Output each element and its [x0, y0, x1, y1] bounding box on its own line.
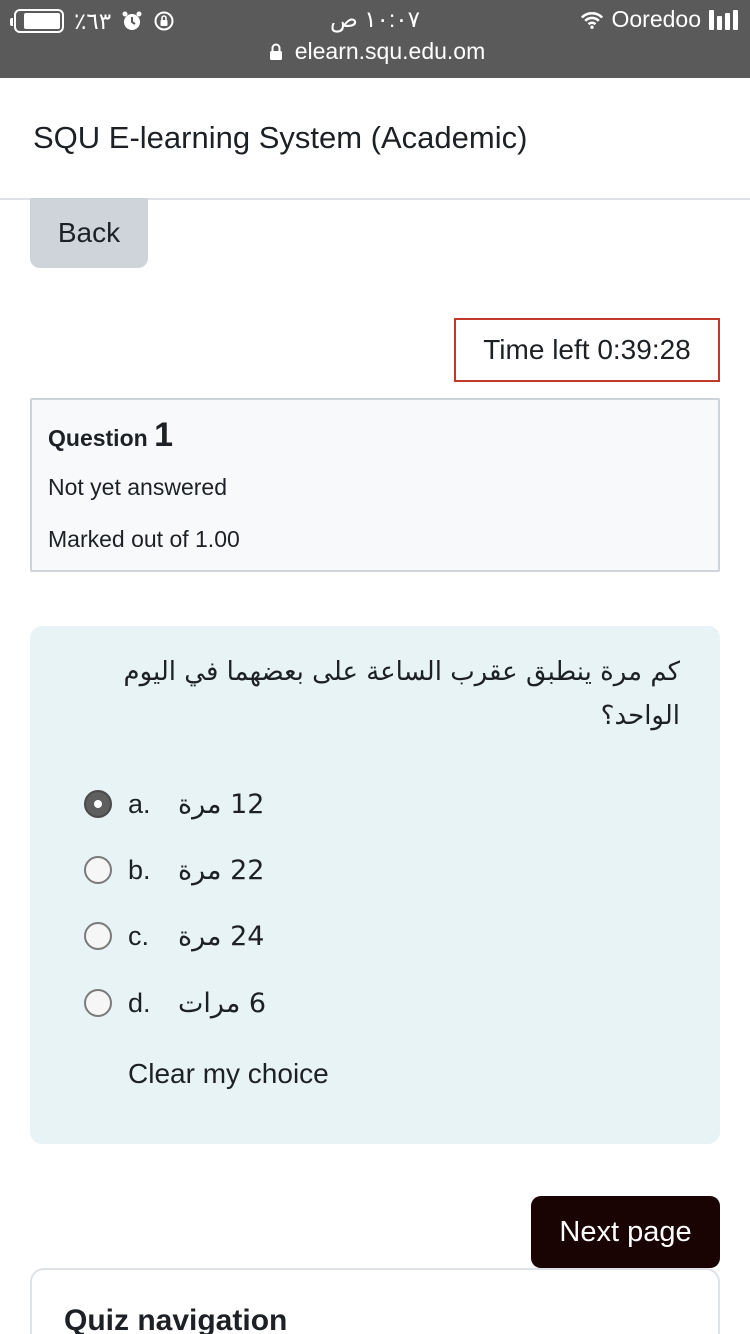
question-grade: Marked out of 1.00 [48, 526, 240, 552]
option-text[interactable]: 24 مرة [178, 921, 264, 952]
option-letter: b. [128, 854, 151, 885]
quiz-navigation-panel: Quiz navigation [30, 1268, 720, 1334]
answer-option-a[interactable]: a. 12 مرة [84, 784, 264, 824]
option-text[interactable]: 12 مرة [178, 789, 264, 820]
lock-icon [265, 41, 287, 63]
status-right: Ooredoo [581, 6, 738, 33]
question-text: كم مرة ينطبق عقرب الساعة على بعضهما في ا… [123, 657, 680, 731]
back-button[interactable]: Back [30, 198, 148, 268]
option-text[interactable]: 6 مرات [178, 988, 266, 1019]
radio-button[interactable] [84, 922, 112, 950]
answer-option-b[interactable]: b. 22 مرة [84, 850, 264, 890]
question-state: Not yet answered [48, 474, 227, 500]
question-heading: Question 1 [48, 416, 173, 455]
status-bar: ٪٦٣ ١٠:٠٧ ص Ooredoo elearn.squ.edu.om [0, 0, 750, 78]
clear-choice-link[interactable]: Clear my choice [128, 1058, 329, 1090]
option-text[interactable]: 22 مرة [178, 855, 264, 886]
radio-button[interactable] [84, 989, 112, 1017]
option-letter: d. [128, 987, 151, 1018]
radio-button[interactable] [84, 856, 112, 884]
quiz-navigation-title: Quiz navigation [64, 1304, 288, 1334]
radio-button[interactable] [84, 790, 112, 818]
option-letter: a. [128, 788, 151, 819]
answer-option-d[interactable]: d. 6 مرات [84, 983, 266, 1023]
url-bar[interactable]: elearn.squ.edu.om [0, 38, 750, 65]
next-page-button[interactable]: Next page [531, 1196, 720, 1268]
question-number: 1 [154, 416, 173, 454]
question-content: كم مرة ينطبق عقرب الساعة على بعضهما في ا… [30, 626, 720, 1144]
wifi-icon [581, 9, 604, 31]
site-title[interactable]: SQU E-learning System (Academic) [33, 120, 527, 156]
quiz-timer: Time left 0:39:28 [454, 318, 720, 382]
carrier-name: Ooredoo [611, 6, 701, 32]
question-label: Question [48, 425, 148, 451]
site-header: SQU E-learning System (Academic) [0, 78, 750, 200]
signal-icon [709, 9, 738, 30]
question-info-panel: Question 1 Not yet answered Marked out o… [30, 398, 720, 572]
url-text: elearn.squ.edu.om [294, 38, 486, 64]
option-letter: c. [128, 920, 150, 951]
answer-option-c[interactable]: c. 24 مرة [84, 916, 264, 956]
